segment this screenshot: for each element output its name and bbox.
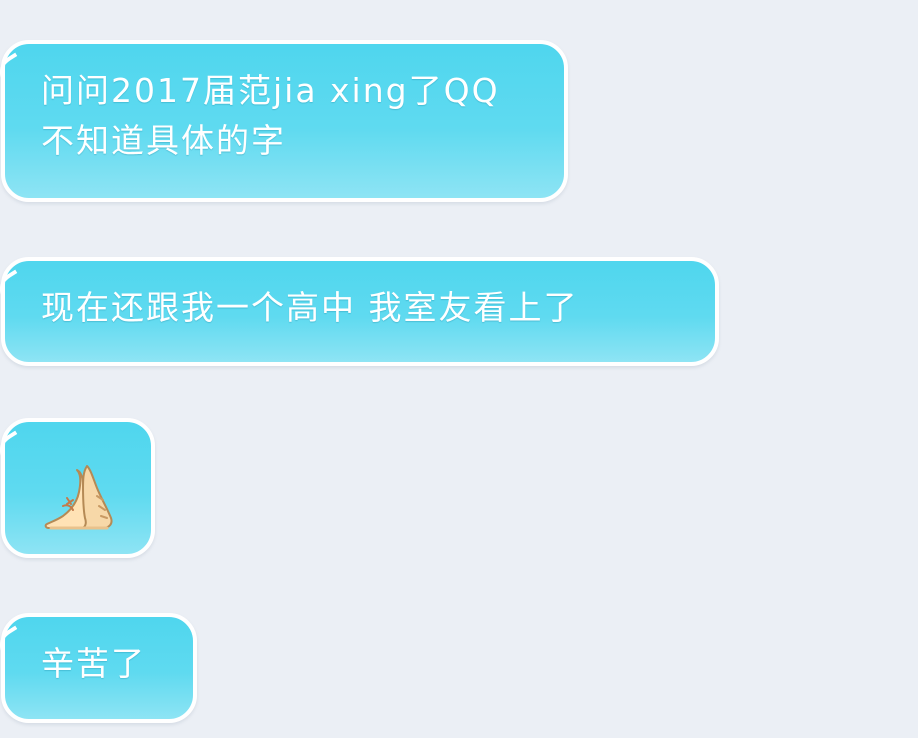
message-bubble[interactable]: 问问2017届范jia xing了QQ 不知道具体的字 <box>1 40 568 202</box>
message-text-line: 辛苦了 <box>41 644 146 683</box>
message-text-line: 问问2017届范jia xing了QQ <box>41 71 500 110</box>
message-bubble[interactable]: 现在还跟我一个高中 我室友看上了 <box>1 257 719 366</box>
chat-message-list: 问问2017届范jia xing了QQ 不知道具体的字 现在还跟我一个高中 我室… <box>0 0 918 738</box>
message-text-line: 不知道具体的字 <box>41 121 286 160</box>
message-text-line: 现在还跟我一个高中 我室友看上了 <box>41 288 579 327</box>
message-bubble[interactable]: 辛苦了 <box>1 613 197 723</box>
message-bubble-emoji[interactable] <box>1 418 155 558</box>
praying-hands-emoji-icon <box>41 460 121 534</box>
